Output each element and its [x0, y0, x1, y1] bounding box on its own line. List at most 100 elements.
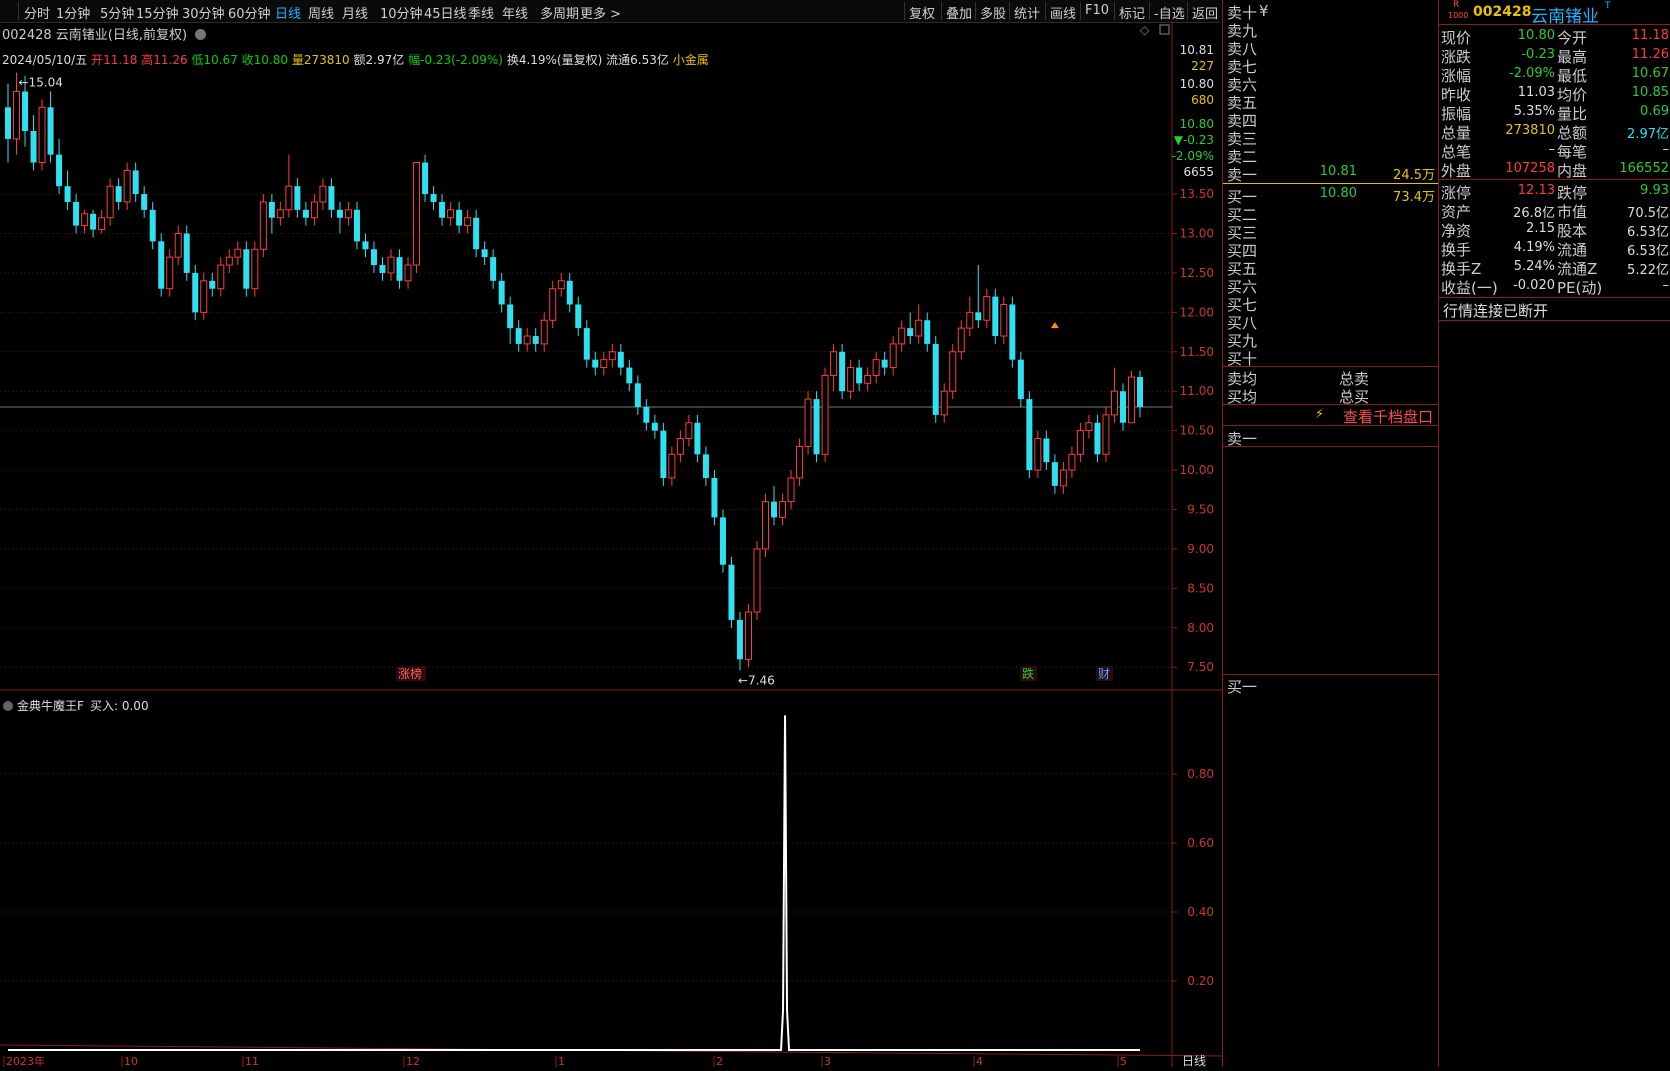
- bid-level-7[interactable]: 买七: [1227, 294, 1437, 314]
- period-tab-9[interactable]: 10分钟: [380, 3, 423, 22]
- candle: [736, 612, 743, 671]
- ohlc-info-bar: 2024/05/10/五 开11.18 高11.26 低10.67 收10.80…: [2, 53, 709, 67]
- quote-label: 量比: [1557, 105, 1588, 123]
- tool-button-7[interactable]: -自选: [1154, 3, 1185, 22]
- ask-level-10[interactable]: 卖十 ¥: [1227, 2, 1437, 22]
- candle-body: [830, 351, 838, 376]
- diamond-icon[interactable]: ◇: [1140, 23, 1150, 37]
- period-tab-10[interactable]: 45日线: [424, 3, 467, 22]
- period-tab-7[interactable]: 周线: [308, 3, 334, 22]
- period-tab-2[interactable]: 5分钟: [100, 3, 134, 22]
- deep-book-link[interactable]: ⚡ 查看千档盘口: [1227, 406, 1437, 426]
- candle: [344, 201, 352, 226]
- ask-level-8[interactable]: 卖八: [1227, 38, 1437, 58]
- event-tag-finance[interactable]: 财: [1098, 667, 1110, 681]
- candle: [651, 414, 658, 439]
- axis-side-info: 6655: [1183, 165, 1214, 179]
- candle-body: [889, 343, 897, 369]
- tool-button-0[interactable]: 复权: [909, 3, 935, 22]
- indicator-name[interactable]: 金典牛魔王F: [17, 698, 84, 713]
- candle: [932, 336, 939, 423]
- quote-row: 涨停 12.13 跌停 9.93: [1441, 182, 1669, 202]
- period-tab-6[interactable]: 日线: [275, 3, 301, 22]
- period-tab-0[interactable]: 分时: [24, 3, 50, 22]
- period-tab-13[interactable]: 多周期: [540, 3, 579, 22]
- tool-button-3[interactable]: 统计: [1014, 3, 1040, 22]
- candle-body: [362, 241, 369, 250]
- tool-button-4[interactable]: 画线: [1050, 3, 1076, 22]
- quote-label: 市值: [1557, 203, 1588, 221]
- candle-body: [864, 374, 872, 384]
- candle: [30, 115, 37, 171]
- candle: [617, 343, 624, 376]
- period-tab-1[interactable]: 1分钟: [56, 3, 90, 22]
- ask-level-4[interactable]: 卖四: [1227, 110, 1437, 130]
- bid-level-4[interactable]: 买四: [1227, 240, 1437, 260]
- tool-button-5[interactable]: F10: [1085, 3, 1109, 18]
- bid-level-8[interactable]: 买八: [1227, 312, 1437, 332]
- ask-level-9[interactable]: 卖九: [1227, 20, 1437, 40]
- candle-body: [1000, 303, 1008, 337]
- toolbar-divider: [1114, 2, 1115, 20]
- candle: [889, 336, 897, 376]
- candle-body: [209, 280, 216, 289]
- window-icon[interactable]: [1159, 24, 1170, 35]
- ask-level-6[interactable]: 卖六: [1227, 74, 1437, 94]
- candle: [1068, 446, 1076, 478]
- indicator-tick-label: 0.80: [1187, 767, 1214, 781]
- ask-level-7[interactable]: 卖七: [1227, 56, 1437, 76]
- event-tag-limitup[interactable]: 涨榜: [398, 666, 422, 681]
- candle: [711, 470, 718, 526]
- tool-button-1[interactable]: 叠加: [946, 3, 972, 22]
- period-tab-5[interactable]: 60分钟: [228, 3, 271, 22]
- candle-body: [64, 186, 71, 202]
- candle: [753, 541, 761, 620]
- quote-value: 11.26: [1631, 47, 1669, 62]
- low-marker: ←7.46: [738, 673, 775, 687]
- bid-level-9[interactable]: 买九: [1227, 330, 1437, 350]
- period-tab-3[interactable]: 15分钟: [136, 3, 179, 22]
- candle-body: [56, 154, 63, 187]
- bid-level-10[interactable]: 买十: [1227, 348, 1437, 368]
- ask-level-2[interactable]: 卖二: [1227, 146, 1437, 166]
- axis-side-info: ▼-0.23: [1174, 133, 1214, 147]
- candle-body: [353, 209, 360, 242]
- sector-link[interactable]: 小金属: [673, 53, 709, 67]
- bid-level-1[interactable]: 买一 10.80 73.4万: [1227, 186, 1437, 206]
- bid-level-3[interactable]: 买三: [1227, 222, 1437, 242]
- quote-label: 均价: [1557, 86, 1588, 104]
- tool-button-8[interactable]: 返回: [1192, 3, 1218, 22]
- candle: [660, 422, 667, 486]
- quote-label: 每笔: [1557, 143, 1588, 161]
- period-tab-12[interactable]: 年线: [502, 3, 528, 22]
- candle-body: [1068, 453, 1076, 471]
- candle-body: [498, 280, 505, 305]
- candle-body: [344, 209, 352, 219]
- candle: [1076, 422, 1084, 463]
- kline-chart[interactable]: 13.50 13.00 12.50 12.00 11.50 11.00 10.50 10.00…: [0, 22, 1223, 1068]
- ask-level-3[interactable]: 卖三: [1227, 128, 1437, 148]
- bid-level-5[interactable]: 买五: [1227, 258, 1437, 278]
- book-divider: [1223, 183, 1439, 184]
- stock-name[interactable]: 云南锗业: [1531, 2, 1599, 27]
- candle: [98, 209, 106, 234]
- bid1-price: 10.80: [1319, 186, 1357, 201]
- chart-settings-icon[interactable]: [195, 29, 207, 40]
- ask-level-1[interactable]: 卖一 10.81 24.5万: [1227, 164, 1437, 184]
- candle-body: [540, 319, 548, 345]
- period-tab-11[interactable]: 季线: [468, 3, 494, 22]
- bid-level-6[interactable]: 买六: [1227, 276, 1437, 296]
- quote-value: 9.93: [1640, 183, 1669, 198]
- tool-button-6[interactable]: 标记: [1119, 3, 1145, 22]
- bid-level-2[interactable]: 买二: [1227, 204, 1437, 224]
- event-tag-down[interactable]: 跌: [1022, 666, 1034, 681]
- indicator-settings-icon[interactable]: [3, 701, 13, 711]
- book-divider: [1223, 446, 1439, 447]
- candle: [762, 493, 770, 557]
- quote-value: 10.80: [1517, 28, 1555, 43]
- tool-button-2[interactable]: 多股: [980, 3, 1006, 22]
- period-tab-14[interactable]: 更多 >: [580, 3, 621, 22]
- period-tab-4[interactable]: 30分钟: [182, 3, 225, 22]
- period-tab-8[interactable]: 月线: [342, 3, 368, 22]
- ask-level-5[interactable]: 卖五: [1227, 92, 1437, 112]
